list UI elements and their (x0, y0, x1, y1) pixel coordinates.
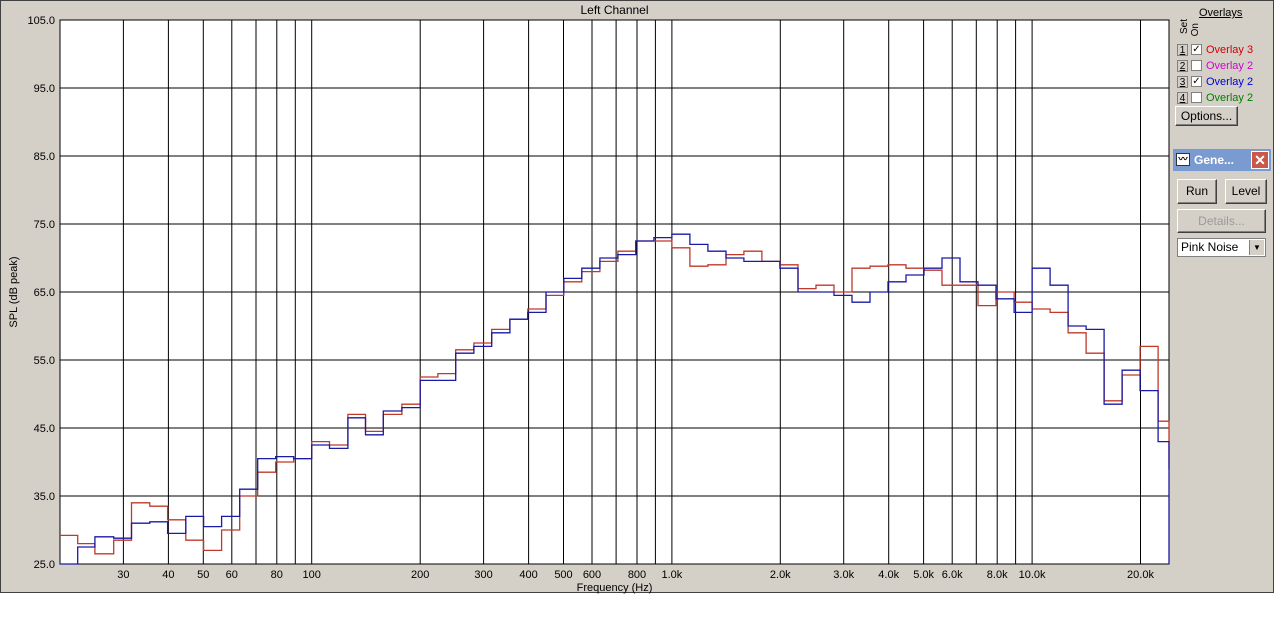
overlay-label-2: Overlay 2 (1206, 59, 1254, 72)
x-tick-label: 3.0k (833, 569, 854, 581)
x-tick-label: 500 (554, 569, 572, 581)
details-button: Details... (1177, 209, 1266, 233)
x-tick-label: 100 (303, 569, 321, 581)
y-tick-label: 105.0 (27, 15, 55, 27)
x-tick-label: 4.0k (878, 569, 899, 581)
x-tick-label: 5.0k (913, 569, 934, 581)
x-tick-label: 80 (271, 569, 283, 581)
y-tick-label: 35.0 (34, 491, 55, 503)
x-tick-label: 30 (117, 569, 129, 581)
close-button[interactable]: ✕ (1251, 151, 1269, 169)
run-button[interactable]: Run (1177, 179, 1217, 204)
overlay-label-1: Overlay 3 (1206, 43, 1254, 56)
overlay-set-button-2[interactable]: 2 (1177, 59, 1188, 72)
y-tick-label: 65.0 (34, 287, 55, 299)
spl-chart: 25.0 35.0 45.0 55.0 65.0 75.0 85.0 95.0 105.0 30 4… (8, 3, 1170, 594)
chevron-down-icon[interactable]: ▼ (1249, 240, 1264, 255)
waveform-icon: 〰 (1176, 153, 1190, 166)
overlay-checkbox-1[interactable]: ✓ (1191, 44, 1202, 55)
chart-title: Left Channel (580, 3, 648, 17)
overlay-set-button-3[interactable]: 3 (1177, 75, 1188, 88)
x-tick-label: 8.0k (987, 569, 1008, 581)
x-tick-label: 1.0k (662, 569, 683, 581)
x-tick-label: 400 (519, 569, 537, 581)
x-tick-label: 800 (628, 569, 646, 581)
y-tick-label: 75.0 (34, 219, 55, 231)
app-window: 25.0 35.0 45.0 55.0 65.0 75.0 85.0 95.0 105.0 30 4… (0, 0, 1274, 594)
generator-title-bar[interactable]: 〰 Gene... ✕ (1173, 149, 1271, 171)
x-tick-label: 200 (411, 569, 429, 581)
overlay-checkbox-3[interactable]: ✓ (1191, 76, 1202, 87)
x-tick-label: 300 (474, 569, 492, 581)
overlay-label-4: Overlay 2 (1206, 91, 1254, 104)
overlay-set-button-4[interactable]: 4 (1177, 91, 1188, 104)
set-column-label: Set (1179, 19, 1190, 35)
overlay-label-3: Overlay 2 (1206, 75, 1254, 88)
on-column-label: On (1190, 23, 1201, 37)
overlay-row-3: 3 ✓ Overlay 2 (1177, 74, 1253, 89)
overlay-row-4: 4 Overlay 2 (1177, 90, 1253, 105)
overlay-row-2: 2 Overlay 2 (1177, 58, 1253, 73)
y-tick-label: 25.0 (34, 559, 55, 571)
overlay-checkbox-2[interactable] (1191, 60, 1202, 71)
overlay-row-1: 1 ✓ Overlay 3 (1177, 42, 1253, 57)
signal-select-value: Pink Noise (1181, 240, 1239, 254)
x-tick-label: 40 (162, 569, 174, 581)
overlay-checkbox-4[interactable] (1191, 92, 1202, 103)
x-tick-label: 20.0k (1127, 569, 1154, 581)
y-tick-label: 85.0 (34, 151, 55, 163)
x-tick-label: 6.0k (942, 569, 963, 581)
options-button[interactable]: Options... (1175, 106, 1238, 126)
generator-panel: 〰 Gene... ✕ Run Level Details... Pink No… (1173, 149, 1271, 259)
y-tick-label: 55.0 (34, 355, 55, 367)
x-axis-label: Frequency (Hz) (577, 582, 653, 594)
y-tick-label: 45.0 (34, 423, 55, 435)
level-button[interactable]: Level (1225, 179, 1267, 204)
signal-select[interactable]: Pink Noise ▼ (1177, 238, 1266, 257)
x-tick-label: 600 (583, 569, 601, 581)
x-tick-label: 60 (226, 569, 238, 581)
overlay-set-button-1[interactable]: 1 (1177, 43, 1188, 56)
x-tick-label: 2.0k (770, 569, 791, 581)
generator-title: Gene... (1194, 153, 1235, 167)
y-axis-label: SPL (dB peak) (8, 256, 20, 327)
x-tick-label: 10.0k (1019, 569, 1046, 581)
x-tick-label: 50 (197, 569, 209, 581)
y-tick-label: 95.0 (34, 83, 55, 95)
overlays-title: Overlays (1199, 7, 1243, 19)
